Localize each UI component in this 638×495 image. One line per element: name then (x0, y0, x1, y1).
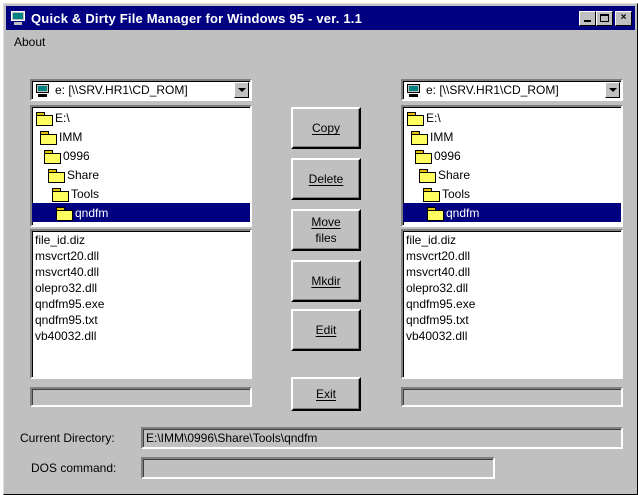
folder-open-icon (48, 168, 65, 183)
folder-open-icon (52, 187, 69, 202)
maximize-icon (600, 14, 609, 22)
minimize-button[interactable] (579, 10, 596, 26)
edit-button[interactable]: Edit (291, 309, 361, 351)
right-file-item[interactable]: vb40032.dll (406, 328, 618, 344)
right-folder-node[interactable]: IMM (403, 127, 621, 146)
left-folder-tree[interactable]: E:\ IMM 0996 Share Tools qndfm (30, 105, 252, 227)
left-drive-select[interactable]: e: [\\SRV.HR1\CD_ROM] (30, 79, 252, 101)
right-file-item[interactable]: file_id.diz (406, 232, 618, 248)
move-files-button[interactable]: Move files (291, 209, 361, 251)
minimize-icon (584, 20, 591, 22)
right-drive-dropdown-arrow-icon[interactable] (605, 82, 620, 98)
close-icon: × (620, 12, 627, 23)
right-status-bar (401, 387, 623, 407)
folder-open-icon (411, 130, 428, 145)
app-icon[interactable] (10, 10, 26, 26)
left-drive-value: e: [\\SRV.HR1\CD_ROM] (55, 83, 188, 97)
right-drive-select[interactable]: e: [\\SRV.HR1\CD_ROM] (401, 79, 623, 101)
left-drive-dropdown-arrow-icon[interactable] (234, 82, 249, 98)
window-title: Quick & Dirty File Manager for Windows 9… (31, 10, 363, 26)
exit-button[interactable]: Exit (291, 377, 361, 411)
maximize-button[interactable] (596, 10, 613, 26)
left-file-item[interactable]: olepro32.dll (35, 280, 247, 296)
right-folder-node-selected[interactable]: qndfm (403, 203, 621, 222)
right-file-list[interactable]: file_id.diz msvcrt20.dll msvcrt40.dll ol… (401, 229, 623, 379)
network-drive-icon (406, 83, 422, 97)
delete-button[interactable]: Delete (291, 158, 361, 200)
folder-open-icon (427, 206, 444, 221)
left-folder-node[interactable]: Tools (32, 184, 250, 203)
right-folder-node[interactable]: Tools (403, 184, 621, 203)
current-directory-field: E:\IMM\0996\Share\Tools\qndfm (141, 427, 623, 449)
menu-about[interactable]: About (6, 35, 53, 49)
dos-command-input[interactable] (141, 457, 495, 479)
left-folder-node[interactable]: IMM (32, 127, 250, 146)
right-folder-node[interactable]: 0996 (403, 146, 621, 165)
right-folder-tree[interactable]: E:\ IMM 0996 Share Tools qndfm (401, 105, 623, 227)
right-file-item[interactable]: olepro32.dll (406, 280, 618, 296)
left-file-item[interactable]: vb40032.dll (35, 328, 247, 344)
right-drive-value: e: [\\SRV.HR1\CD_ROM] (426, 83, 559, 97)
folder-open-icon (56, 206, 73, 221)
left-folder-node-selected[interactable]: qndfm (32, 203, 250, 222)
network-drive-icon (35, 83, 51, 97)
folder-open-icon (44, 149, 61, 164)
left-folder-node[interactable]: Share (32, 165, 250, 184)
current-directory-label: Current Directory: (20, 431, 115, 445)
folder-open-icon (415, 149, 432, 164)
right-file-item[interactable]: msvcrt40.dll (406, 264, 618, 280)
folder-open-icon (36, 111, 53, 126)
right-file-item[interactable]: qndfm95.exe (406, 296, 618, 312)
left-file-item[interactable]: file_id.diz (35, 232, 247, 248)
right-file-item[interactable]: qndfm95.txt (406, 312, 618, 328)
left-file-item[interactable]: qndfm95.exe (35, 296, 247, 312)
left-file-list[interactable]: file_id.diz msvcrt20.dll msvcrt40.dll ol… (30, 229, 252, 379)
right-folder-node[interactable]: Share (403, 165, 621, 184)
dos-command-label: DOS command: (31, 461, 117, 475)
left-file-item[interactable]: msvcrt40.dll (35, 264, 247, 280)
left-folder-node[interactable]: E:\ (32, 108, 250, 127)
folder-open-icon (423, 187, 440, 202)
copy-button[interactable]: Copy (291, 107, 361, 149)
left-folder-node[interactable]: 0996 (32, 146, 250, 165)
folder-open-icon (40, 130, 57, 145)
window-controls: × (579, 10, 632, 26)
right-file-item[interactable]: msvcrt20.dll (406, 248, 618, 264)
left-file-item[interactable]: qndfm95.txt (35, 312, 247, 328)
title-bar[interactable]: Quick & Dirty File Manager for Windows 9… (6, 6, 635, 30)
left-file-item[interactable]: msvcrt20.dll (35, 248, 247, 264)
menu-bar: About (6, 32, 635, 52)
mkdir-button[interactable]: Mkdir (291, 260, 361, 302)
right-folder-node[interactable]: E:\ (403, 108, 621, 127)
folder-open-icon (407, 111, 424, 126)
main-window: Quick & Dirty File Manager for Windows 9… (3, 3, 638, 495)
folder-open-icon (419, 168, 436, 183)
close-button[interactable]: × (615, 10, 632, 26)
left-status-bar (30, 387, 252, 407)
